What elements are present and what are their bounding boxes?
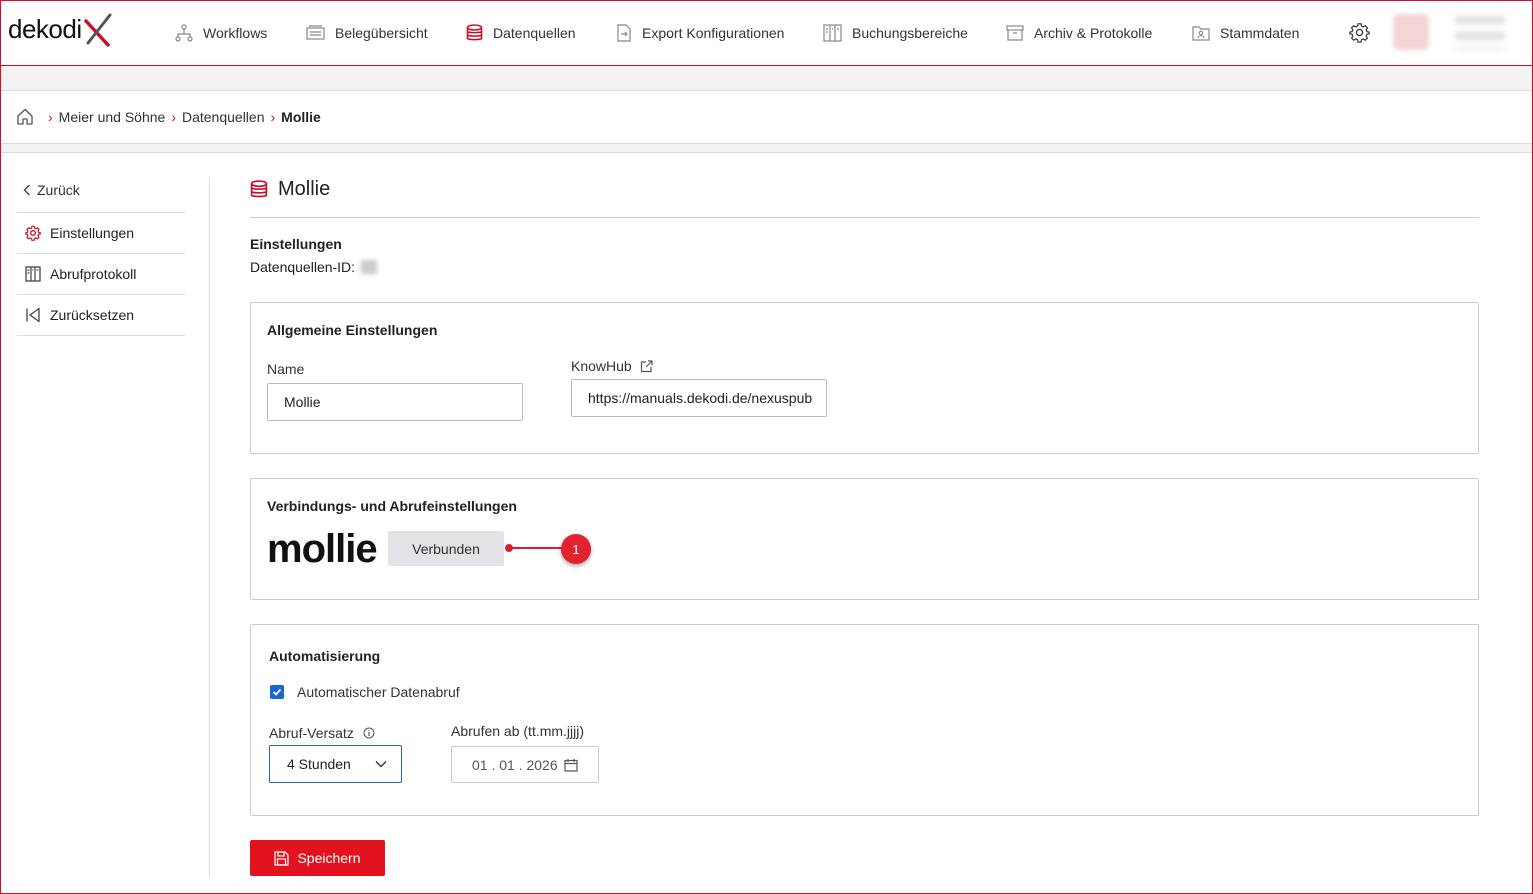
name-field[interactable]: Mollie [267, 383, 523, 421]
knowhub-url-value: https://manuals.dekodi.de/nexuspub [588, 390, 813, 406]
dekodi-logo[interactable]: dekodi [8, 13, 112, 47]
offset-label-row: Abruf-Versatz [269, 725, 375, 741]
nav-export-konfigurationen[interactable]: Export Konfigurationen [616, 22, 784, 44]
logo-x-icon [84, 13, 112, 47]
save-icon [274, 850, 290, 866]
datasource-id-value-blurred [361, 260, 378, 274]
knowhub-label-row: KnowHub [571, 358, 653, 374]
sidebar: Zurück Einstellungen Abrufprotokoll Zurü… [17, 170, 185, 336]
nav-buchungsbereiche[interactable]: Buchungsbereiche [823, 22, 968, 44]
fetch-from-label: Abrufen ab (tt.mm.jjjj) [451, 723, 585, 739]
chevron-right-icon: › [171, 108, 176, 125]
sidebar-item-zurucksetzen[interactable]: Zurücksetzen [17, 295, 185, 336]
nav-archiv-protokolle[interactable]: Archiv & Protokolle [1006, 22, 1152, 44]
offset-select[interactable]: 4 Stunden [269, 745, 402, 783]
callout-badge: 1 [561, 534, 591, 564]
sidebar-item-abrufprotokoll[interactable]: Abrufprotokoll [17, 254, 185, 295]
name-label: Name [267, 361, 305, 377]
nav-stammdaten[interactable]: Stammdaten [1192, 22, 1299, 44]
user-avatar[interactable] [1393, 14, 1429, 50]
home-icon[interactable] [16, 108, 34, 125]
nav-label: Workflows [203, 25, 268, 41]
nav-workflows[interactable]: Workflows [175, 22, 267, 44]
sidebar-item-label: Einstellungen [50, 225, 135, 241]
database-icon [250, 180, 268, 198]
offset-select-value: 4 Stunden [287, 756, 351, 772]
calendar-icon[interactable] [564, 758, 578, 772]
sidebar-item-einstellungen[interactable]: Einstellungen [17, 213, 185, 254]
master-data-icon [1192, 26, 1210, 41]
auto-fetch-label: Automatischer Datenabruf [297, 684, 460, 700]
mollie-logo: mollie [267, 527, 378, 571]
log-icon [25, 266, 41, 282]
nav-belegubersicht[interactable]: Belegübersicht [306, 22, 428, 44]
knowhub-url-field[interactable]: https://manuals.dekodi.de/nexuspub [571, 379, 827, 417]
breadcrumb-company[interactable]: Meier und Söhne [59, 109, 166, 125]
sidebar-item-label: Zurücksetzen [50, 307, 135, 323]
export-icon [617, 24, 631, 42]
database-icon [466, 24, 483, 41]
knowhub-label: KnowHub [571, 358, 632, 374]
offset-label: Abruf-Versatz [269, 725, 354, 741]
nav-label: Stammdaten [1220, 25, 1300, 41]
auto-fetch-checkbox[interactable] [270, 685, 284, 699]
sidebar-item-label: Abrufprotokoll [50, 266, 137, 282]
chevron-down-icon [375, 761, 387, 768]
nav-label: Export Konfigurationen [642, 25, 785, 41]
datasource-id-label: Datenquellen-ID: [250, 259, 356, 275]
nav-label: Buchungsbereiche [852, 25, 968, 41]
chevron-right-icon: › [270, 108, 276, 125]
name-field-value: Mollie [284, 394, 321, 410]
automation-card: Automatisierung Automatischer Datenabruf… [250, 624, 1479, 816]
workflow-icon [175, 24, 193, 42]
booking-icon [823, 24, 842, 42]
chevron-right-icon: › [48, 108, 53, 125]
top-navigation: dekodi Workflows Belegübersicht Datenque… [0, 0, 1533, 66]
archive-icon [1006, 25, 1024, 41]
breadcrumb-spacer [0, 144, 1533, 153]
page-title: Mollie [250, 178, 330, 201]
chevron-left-icon [23, 184, 30, 196]
reset-icon [26, 307, 40, 323]
general-settings-card: Allgemeine Einstellungen Name Mollie Kno… [250, 302, 1479, 454]
documents-icon [306, 25, 325, 40]
user-name-blurred[interactable] [1455, 16, 1505, 50]
nav-label: Archiv & Protokolle [1034, 25, 1153, 41]
breadcrumb: › Meier und Söhne › Datenquellen › Molli… [0, 91, 1533, 144]
nav-label: Datenquellen [493, 25, 576, 41]
breadcrumb-datenquellen[interactable]: Datenquellen [182, 109, 265, 125]
card-title: Automatisierung [269, 648, 381, 664]
nav-datenquellen[interactable]: Datenquellen [466, 22, 576, 44]
callout-line [509, 547, 567, 549]
external-link-icon[interactable] [640, 359, 653, 373]
callout-dot [505, 544, 513, 552]
header-spacer [0, 66, 1533, 91]
fetch-from-date-value: 01 . 01 . 2026 [472, 756, 558, 773]
gear-icon [25, 225, 41, 241]
callout-number: 1 [572, 541, 580, 557]
breadcrumb-current: Mollie [281, 108, 321, 125]
connected-status-button[interactable]: Verbunden [388, 531, 504, 566]
fetch-from-date-field[interactable]: 01 . 01 . 2026 [451, 746, 599, 783]
sidebar-divider [209, 177, 210, 877]
connected-status-label: Verbunden [412, 540, 480, 557]
card-title: Allgemeine Einstellungen [267, 322, 438, 338]
nav-label: Belegübersicht [335, 25, 428, 41]
datasource-id: Datenquellen-ID: [250, 259, 378, 275]
save-label: Speichern [297, 850, 361, 866]
back-label: Zurück [37, 182, 80, 198]
settings-gear-icon[interactable] [1349, 22, 1370, 43]
logo-text: dekodi [8, 14, 82, 44]
section-heading: Einstellungen [250, 236, 342, 252]
back-link[interactable]: Zurück [17, 170, 185, 213]
card-title: Verbindungs- und Abrufeinstellungen [267, 498, 517, 514]
title-divider [250, 217, 1479, 218]
save-button[interactable]: Speichern [250, 840, 385, 876]
info-icon[interactable] [363, 727, 375, 739]
checkmark-icon [272, 688, 282, 696]
page-title-text: Mollie [278, 178, 331, 200]
connection-settings-card: Verbindungs- und Abrufeinstellungen moll… [250, 478, 1479, 600]
